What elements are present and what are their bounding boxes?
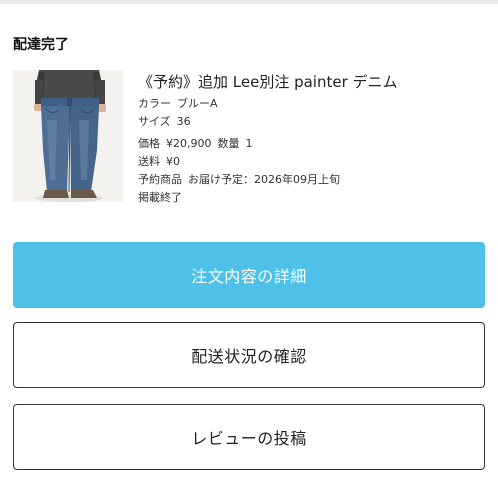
delivery-estimate: お届け予定：2026年09月上旬: [188, 173, 340, 186]
shipping-status-button-label: 配送状況の確認: [191, 347, 307, 366]
order-details-button-label: 注文内容の詳細: [191, 267, 307, 286]
price-value: ¥20,900: [166, 137, 212, 150]
product-info: 《予約》追加 Lee別注 painter デニム カラー ブルーA サイズ 36 価…: [138, 71, 488, 207]
delivery-status-label: 配達完了: [13, 37, 69, 53]
shipping-fee-value: ¥0: [166, 155, 180, 168]
color-row: カラー ブルーA: [138, 95, 488, 113]
shipping-fee-label: 送料: [138, 155, 160, 168]
write-review-button[interactable]: レビューの投稿: [13, 404, 485, 470]
write-review-button-label: レビューの投稿: [191, 429, 307, 448]
product-thumbnail[interactable]: [13, 70, 123, 202]
color-value: ブルーA: [177, 97, 218, 110]
price-label: 価格: [138, 137, 160, 150]
size-value: 36: [176, 115, 191, 128]
size-label: サイズ: [138, 115, 171, 128]
shipping-status-button[interactable]: 配送状況の確認: [13, 322, 485, 388]
order-details-button[interactable]: 注文内容の詳細: [13, 242, 485, 308]
listing-status: 掲載終了: [138, 191, 182, 204]
shipping-fee-row: 送料 ¥0: [138, 153, 488, 171]
quantity-value: 1: [245, 137, 253, 150]
order-item-card: 配達完了 《予約》追加 Lee別注 painter デニム カラー ブルーA サ…: [0, 0, 498, 498]
product-name[interactable]: 《予約》追加 Lee別注 painter デニム: [138, 71, 488, 93]
top-divider: [0, 0, 498, 4]
color-label: カラー: [138, 97, 171, 110]
size-row: サイズ 36: [138, 113, 488, 131]
quantity-label: 数量: [217, 137, 240, 150]
denim-model-image: [13, 70, 123, 202]
preorder-row: 予約商品 お届け予定：2026年09月上旬: [138, 171, 488, 189]
price-row: 価格 ¥20,900 数量 1: [138, 135, 488, 153]
preorder-label: 予約商品: [138, 173, 182, 186]
